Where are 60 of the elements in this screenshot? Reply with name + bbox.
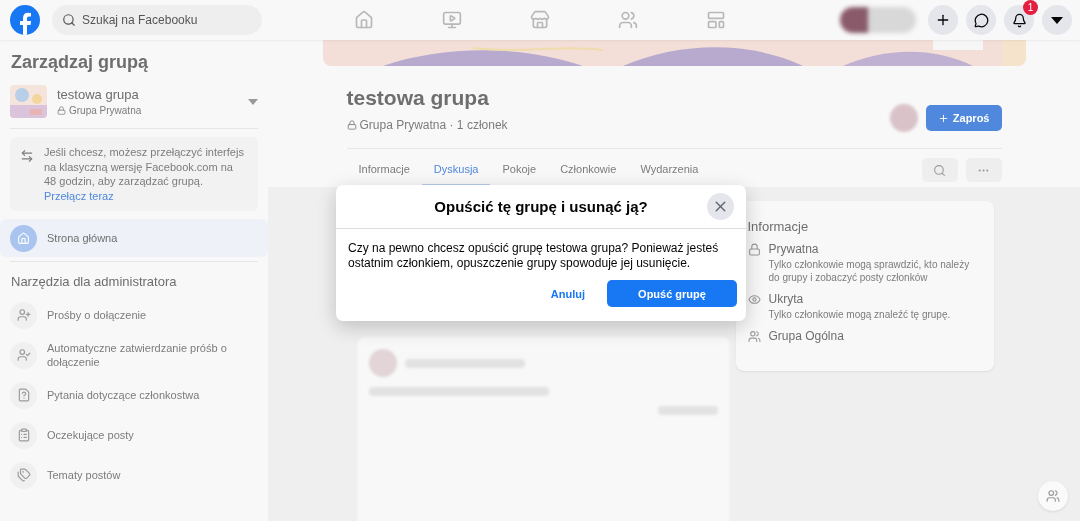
search-field[interactable]: Szukaj na Facebooku: [52, 5, 262, 35]
admin-tool-item[interactable]: Oczekujące posty: [10, 415, 258, 455]
about-item-title: Grupa Ogólna: [768, 329, 844, 343]
search-icon: [62, 13, 76, 27]
about-item-title: Prywatna: [768, 242, 819, 256]
group-tab[interactable]: Pokoje: [490, 153, 549, 187]
group-tab[interactable]: Wydarzenia: [628, 153, 711, 187]
section-heading: Narzędzia dla administratora: [11, 274, 178, 289]
cancel-button[interactable]: Anuluj: [546, 283, 589, 304]
notice-text: Jeśli chcesz, możesz przełączyć interfejs na klasyczną wersję Facebook.com na 48 godzin, aby zarządzać grupą.: [44, 145, 245, 189]
admin-tool-item[interactable]: Pytania dotyczące członkostwa: [10, 375, 258, 415]
plus-icon: [937, 112, 949, 124]
chat-bubble-icon: [973, 12, 989, 28]
admin-tool-item[interactable]: Tematy postów: [10, 455, 258, 495]
admin-tool-item[interactable]: Automatyczne zatwierdzanie próśb o dołączenie: [10, 335, 258, 375]
dialog-message: Czy na pewno chcesz opuścić grupę testowa grupa? Ponieważ jesteś ostatnim członkiem, opuszczenie grupy spowoduje jej usunięcie.: [347, 240, 720, 270]
group-tab[interactable]: Informacje: [346, 153, 422, 187]
group-tab[interactable]: Członkowie: [548, 153, 629, 187]
about-item-description: Tylko członkowie mogą sprawdzić, kto należy do grupy i zobaczyć posty członków: [768, 258, 971, 284]
about-item-description: Tylko członkowie mogą znaleźć tę grupę.: [768, 308, 951, 321]
plus-icon: [935, 12, 951, 28]
sidebar-title: Zarządzaj grupą: [11, 52, 150, 73]
notification-badge: 1: [1023, 0, 1038, 15]
member-avatar: [889, 104, 918, 132]
bell-icon: [1011, 12, 1027, 28]
notifications-button[interactable]: [1004, 5, 1034, 35]
caret-icon[interactable]: [248, 98, 258, 105]
leave-group-button[interactable]: Opuść grupę: [607, 280, 737, 307]
about-item-title: Ukryta: [768, 292, 804, 306]
group-title: testowa grupa: [346, 86, 490, 110]
about-title: Informacje: [747, 219, 809, 234]
messenger-button[interactable]: [966, 5, 996, 35]
home-icon: [17, 231, 30, 245]
admin-tool-item[interactable]: Prośby o dołączenie: [10, 295, 258, 335]
close-button[interactable]: [707, 193, 734, 220]
tags-icon: [16, 468, 31, 482]
lock-icon: [747, 243, 761, 256]
facebook-logo[interactable]: [10, 5, 40, 35]
invite-button[interactable]: Zaproś: [925, 105, 1002, 131]
switch-link[interactable]: Przełącz teraz: [44, 188, 114, 203]
search-button[interactable]: [921, 158, 958, 182]
lock-icon: [346, 120, 357, 130]
home-nav-item[interactable]: Strona główna: [0, 219, 268, 257]
account-menu-button[interactable]: [1042, 5, 1072, 35]
people-icon: [1046, 489, 1060, 503]
group-name[interactable]: testowa grupa: [57, 87, 139, 102]
people-icon: [747, 330, 761, 343]
list-icon: [16, 428, 31, 442]
eye-icon: [747, 293, 761, 306]
group-meta: Grupa Prywatna · 1 członek: [359, 118, 508, 132]
profile-chip[interactable]: [840, 7, 916, 33]
question-document-icon: [16, 388, 31, 402]
lock-icon: [57, 106, 66, 115]
create-button[interactable]: [928, 5, 958, 35]
group-privacy: Grupa Prywatna: [69, 105, 142, 116]
dialog-title: Opuścić tę grupę i usunąć ją?: [434, 198, 648, 215]
person-check-icon: [16, 348, 31, 362]
search-icon: [933, 163, 946, 177]
person-add-icon: [16, 308, 31, 322]
switch-icon: [20, 149, 34, 163]
